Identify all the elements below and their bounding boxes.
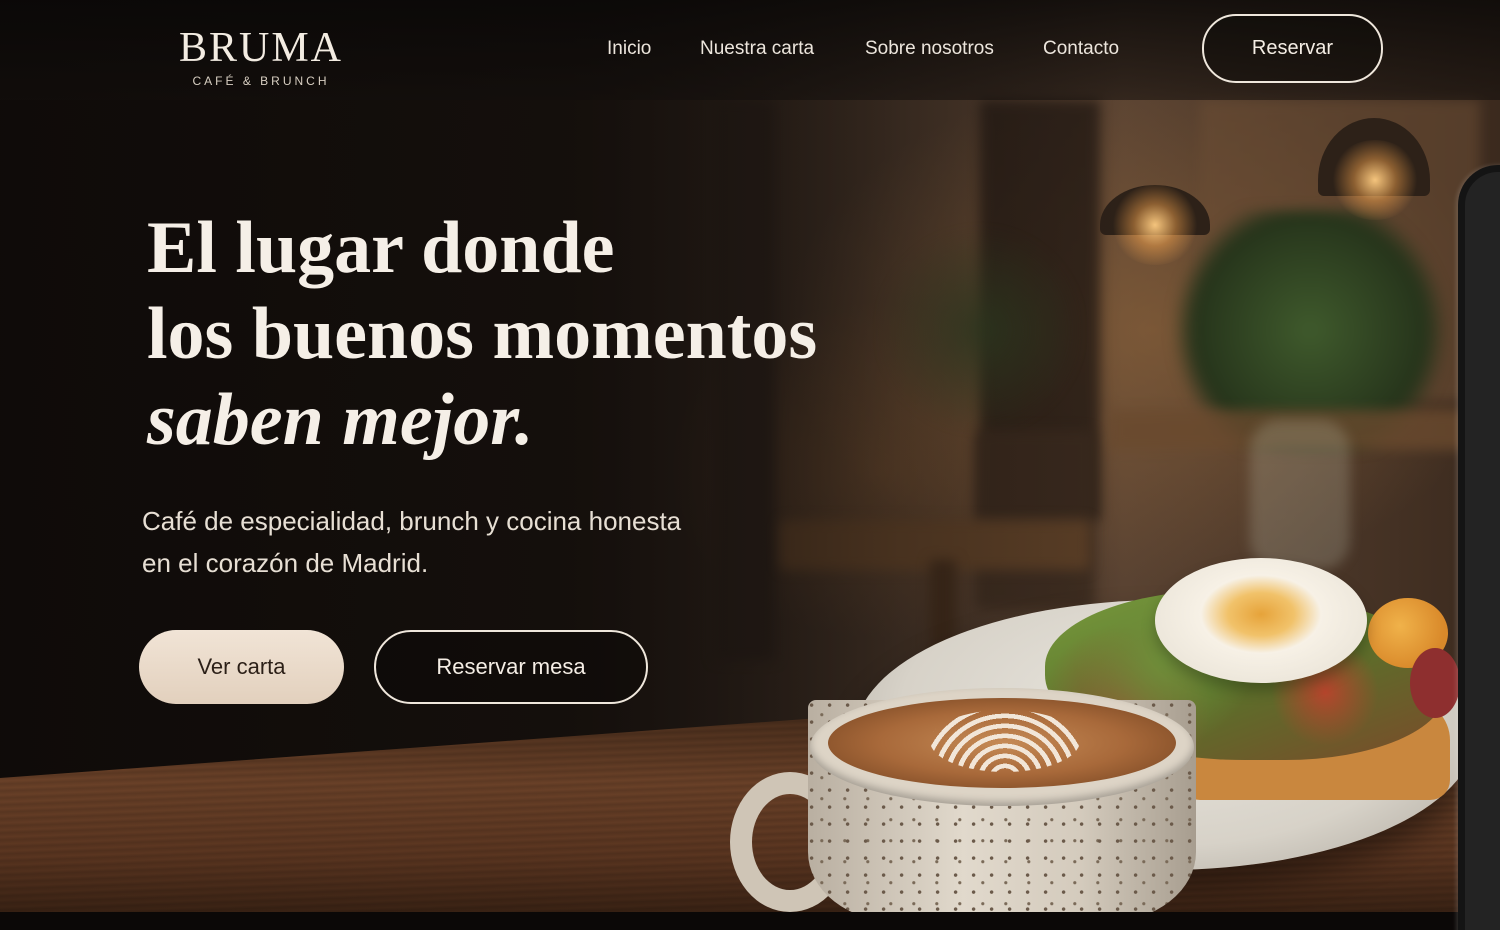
hero-subtitle-line: Café de especialidad, brunch y cocina ho… bbox=[142, 506, 682, 536]
nav-link-sobre-nosotros[interactable]: Sobre nosotros bbox=[865, 38, 994, 60]
book-table-button[interactable]: Reservar mesa bbox=[374, 630, 648, 704]
brand-logo[interactable]: BRUMA CAFÉ & BRUNCH bbox=[166, 26, 356, 88]
poached-egg bbox=[1155, 558, 1367, 683]
nav-link-inicio[interactable]: Inicio bbox=[607, 38, 651, 60]
hero-title-line: El lugar donde bbox=[147, 207, 615, 289]
view-menu-button[interactable]: Ver carta bbox=[139, 630, 344, 704]
hero-background-photo: BRUMA CAFÉ & BRUNCH Inicio Nuestra carta… bbox=[0, 0, 1500, 930]
phone-edge bbox=[1458, 165, 1500, 930]
screen-bottom-edge bbox=[0, 912, 1500, 930]
hero-subtitle: Café de especialidad, brunch y cocina ho… bbox=[142, 500, 762, 584]
nav-link-nuestra-carta[interactable]: Nuestra carta bbox=[700, 38, 814, 60]
hero-title: El lugar donde los buenos momentos saben… bbox=[147, 205, 817, 463]
nav-link-contacto[interactable]: Contacto bbox=[1043, 38, 1119, 60]
hero-subtitle-line: en el corazón de Madrid. bbox=[142, 548, 429, 578]
brand-tagline: CAFÉ & BRUNCH bbox=[192, 74, 330, 88]
brand-name: BRUMA bbox=[178, 25, 344, 71]
header-reserve-button[interactable]: Reservar bbox=[1202, 14, 1383, 83]
radish bbox=[1410, 648, 1460, 718]
hero-title-line-italic: saben mejor. bbox=[147, 379, 534, 461]
hero-title-line: los buenos momentos bbox=[147, 293, 818, 375]
latte-art bbox=[930, 710, 1080, 772]
